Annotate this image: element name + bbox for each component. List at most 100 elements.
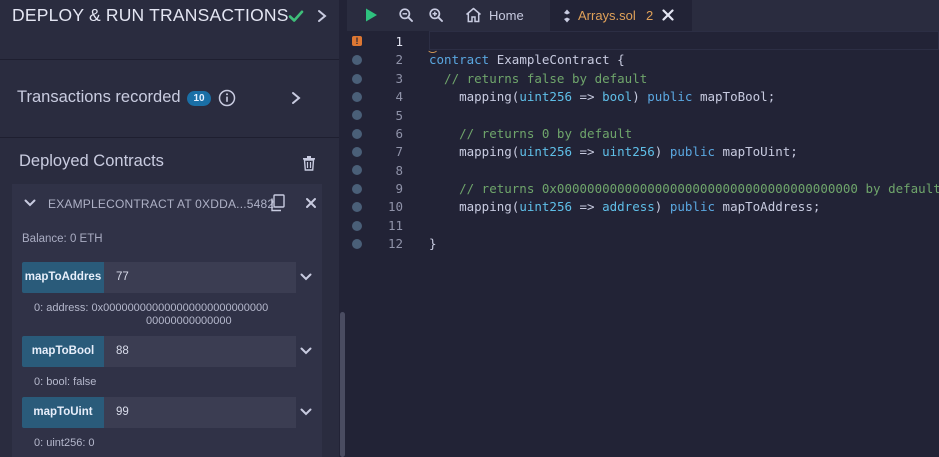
maptoaddress-output-cont: 00000000000000 bbox=[146, 315, 232, 327]
line-number: 4 bbox=[395, 89, 403, 104]
chevron-down-icon[interactable] bbox=[300, 272, 312, 282]
breakpoint-marker[interactable] bbox=[352, 221, 362, 231]
line-number: 5 bbox=[395, 108, 403, 123]
trash-icon[interactable] bbox=[302, 155, 316, 171]
zoom-in-icon[interactable] bbox=[429, 8, 443, 22]
function-row-maptoaddress: mapToAddres 77 bbox=[22, 262, 322, 293]
breakpoint-marker[interactable] bbox=[352, 110, 362, 120]
breakpoint-marker[interactable] bbox=[352, 129, 362, 139]
breakpoint-marker[interactable] bbox=[352, 239, 362, 249]
code-text: mapping( bbox=[429, 89, 520, 104]
transactions-count-badge: 10 bbox=[187, 91, 211, 106]
chevron-down-icon[interactable] bbox=[300, 346, 312, 356]
deployed-contracts-label: Deployed Contracts bbox=[19, 152, 164, 170]
maptoaddress-button[interactable]: mapToAddres bbox=[22, 262, 104, 293]
line-number: 8 bbox=[395, 163, 403, 178]
breakpoint-marker[interactable] bbox=[352, 184, 362, 194]
code-keyword: public bbox=[669, 199, 716, 214]
code-text: ) bbox=[654, 144, 670, 159]
tab-label: Arrays.sol bbox=[578, 8, 636, 23]
code-text: mapping( bbox=[429, 199, 520, 214]
panel-scrollbar-thumb[interactable] bbox=[340, 312, 345, 457]
code-line-4: mapping(uint256 => bool) public mapToBoo… bbox=[429, 89, 775, 104]
contract-instance-header: EXAMPLECONTRACT AT 0XDDA...5482 bbox=[12, 184, 322, 222]
breakpoint-marker[interactable] bbox=[352, 74, 362, 84]
code-text: => bbox=[572, 144, 603, 159]
line-number: 10 bbox=[387, 199, 403, 214]
code-line-2: contract ExampleContract { bbox=[429, 52, 625, 67]
tab-home[interactable]: Home bbox=[454, 0, 550, 31]
check-icon bbox=[288, 10, 304, 22]
maptobool-button[interactable]: mapToBool bbox=[22, 336, 104, 367]
code-line-12: } bbox=[429, 236, 437, 251]
breakpoint-marker[interactable] bbox=[352, 147, 362, 157]
code-editor[interactable]: ! 1 2 3 4 5 6 7 8 9 10 11 12 ‿ contract … bbox=[347, 31, 939, 457]
contract-address-label: EXAMPLECONTRACT AT 0XDDA...5482 bbox=[48, 197, 275, 211]
chevron-right-icon[interactable] bbox=[315, 8, 329, 24]
code-text: ) bbox=[632, 89, 648, 104]
zoom-out-icon[interactable] bbox=[399, 8, 413, 22]
maptouint-input[interactable]: 99 bbox=[104, 397, 296, 428]
line-number: 9 bbox=[395, 181, 403, 196]
code-keyword: contract bbox=[429, 52, 490, 67]
breakpoint-marker[interactable] bbox=[352, 202, 362, 212]
solidity-icon bbox=[564, 9, 570, 23]
code-text: ExampleContract { bbox=[489, 52, 625, 67]
code-line-3: // returns false by default bbox=[429, 71, 648, 86]
code-text: => bbox=[572, 199, 603, 214]
run-icon[interactable] bbox=[364, 7, 378, 23]
code-type: uint256 bbox=[519, 144, 572, 159]
function-row-maptobool: mapToBool 88 bbox=[22, 336, 322, 367]
deployed-contract-instance: EXAMPLECONTRACT AT 0XDDA...5482 Balance:… bbox=[12, 184, 322, 457]
deploy-run-panel: DEPLOY & RUN TRANSACTIONS Transactions r… bbox=[0, 0, 339, 457]
line-number: 6 bbox=[395, 126, 403, 141]
line-number: 2 bbox=[395, 52, 403, 67]
breakpoint-marker[interactable] bbox=[352, 55, 362, 65]
code-text: ) bbox=[654, 199, 670, 214]
maptouint-output: 0: uint256: 0 bbox=[34, 437, 95, 449]
maptoaddress-input[interactable]: 77 bbox=[104, 262, 296, 293]
copy-icon[interactable] bbox=[269, 194, 285, 212]
line-number: 12 bbox=[387, 236, 403, 251]
maptoaddress-output: 0: address: 0x00000000000000000000000000… bbox=[34, 302, 269, 314]
info-icon[interactable] bbox=[218, 89, 236, 107]
divider bbox=[0, 59, 339, 60]
code-line-7: mapping(uint256 => uint256) public mapTo… bbox=[429, 144, 798, 159]
transactions-recorded-label[interactable]: Transactions recorded bbox=[17, 88, 181, 107]
close-icon[interactable] bbox=[662, 9, 674, 21]
line-number: 11 bbox=[387, 218, 403, 233]
code-type: uint256 bbox=[519, 89, 572, 104]
code-text: mapToAddress; bbox=[715, 199, 821, 214]
tab-label: Home bbox=[489, 8, 524, 23]
chevron-right-icon[interactable] bbox=[290, 91, 302, 105]
current-line-highlight bbox=[429, 31, 939, 50]
code-text: mapToUint; bbox=[715, 144, 798, 159]
breakpoint-marker[interactable] bbox=[352, 92, 362, 102]
line-number: 7 bbox=[395, 144, 403, 159]
code-text: mapping( bbox=[429, 144, 520, 159]
code-line-6: // returns 0 by default bbox=[429, 126, 633, 141]
code-keyword: public bbox=[647, 89, 693, 104]
tab-problem-count: 2 bbox=[646, 8, 654, 23]
warning-icon[interactable]: ! bbox=[352, 36, 362, 46]
line-number: 1 bbox=[395, 34, 403, 49]
maptouint-button[interactable]: mapToUint bbox=[22, 397, 104, 428]
panel-title: DEPLOY & RUN TRANSACTIONS bbox=[12, 5, 289, 25]
code-line-10: mapping(uint256 => address) public mapTo… bbox=[429, 199, 820, 214]
editor-tab-bar: Home Arrays.sol 2 bbox=[347, 0, 939, 31]
code-text: mapToBool; bbox=[692, 89, 776, 104]
maptobool-input[interactable]: 88 bbox=[104, 336, 296, 367]
function-row-maptouint: mapToUint 99 bbox=[22, 397, 322, 428]
chevron-down-icon[interactable] bbox=[24, 198, 36, 208]
code-type: bool bbox=[602, 89, 633, 104]
line-number: 3 bbox=[395, 71, 403, 86]
panel-header: DEPLOY & RUN TRANSACTIONS bbox=[0, 0, 339, 34]
chevron-down-icon[interactable] bbox=[300, 407, 312, 417]
breakpoint-marker[interactable] bbox=[352, 165, 362, 175]
contract-balance: Balance: 0 ETH bbox=[22, 233, 103, 245]
tab-arrays-sol[interactable]: Arrays.sol 2 bbox=[550, 0, 692, 31]
code-line-9: // returns 0x000000000000000000000000000… bbox=[429, 181, 939, 196]
close-icon[interactable] bbox=[305, 197, 317, 209]
divider bbox=[0, 137, 339, 138]
code-text: => bbox=[572, 89, 603, 104]
